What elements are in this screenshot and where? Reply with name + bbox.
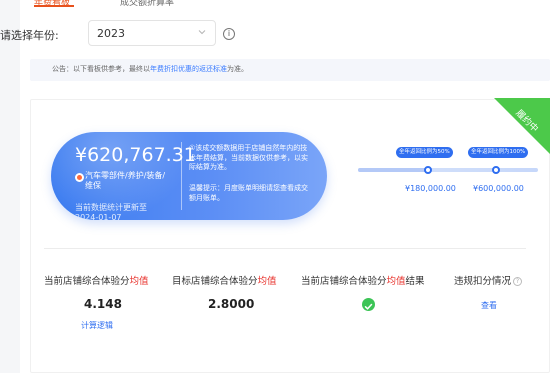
info-icon[interactable]: i <box>223 28 235 40</box>
pill-note-settlement: ①该成交额数据用于店铺自然年内的技术年费结算，当前数据仅供参考，以实际结算为准。 <box>189 144 308 171</box>
threshold-marker-100 <box>492 166 500 174</box>
notice-text: 公告：以下看板供参考，最终以年费折扣优惠的返还标准为准。 <box>52 65 248 73</box>
threshold-track-fill <box>358 168 432 172</box>
tab-active-indicator <box>34 5 74 7</box>
year-filter-label: 请选择年份: <box>0 29 59 42</box>
tab-bar: 年费看板 成交额折算率 <box>20 0 550 8</box>
view-violations-link[interactable]: 查看 <box>481 300 497 311</box>
threshold-value-50: ¥180,000.00 <box>405 184 456 193</box>
target-score-value: 2.8000 <box>208 297 255 311</box>
current-score-value: 4.148 <box>84 297 122 311</box>
year-select[interactable]: 2023 <box>88 20 216 46</box>
notice-bar: 公告：以下看板供参考，最终以年费折扣优惠的返还标准为准。 <box>30 59 550 81</box>
flame-icon <box>75 173 84 182</box>
pill-note-tip: 温馨提示：月度账单明细请您查看成交额月账单。 <box>189 184 308 202</box>
update-info: 当前数据统计更新至 2024-01-07 <box>75 203 147 220</box>
pill-divider <box>181 142 182 210</box>
help-icon[interactable]: ? <box>513 277 523 286</box>
threshold-marker-50 <box>424 166 432 174</box>
metric-header-target-score: 目标店铺综合体验分均值 <box>172 276 277 287</box>
left-sidebar-edge <box>0 0 20 373</box>
metric-header-current-score: 当前店铺综合体验分均值 <box>44 276 149 287</box>
tab-conversion-rate[interactable]: 成交额折算率 <box>120 0 174 8</box>
threshold-bubble-100: 全年返回比例为100% <box>468 147 529 158</box>
year-select-value: 2023 <box>97 27 125 40</box>
category-text: 汽车零部件/养护/装备/维保 <box>85 171 166 190</box>
metric-header-violations: 违规扣分情况? <box>454 273 523 287</box>
threshold-value-100: ¥600,000.00 <box>473 184 524 193</box>
section-divider <box>44 248 526 249</box>
chevron-down-icon <box>198 30 206 35</box>
calculation-logic-link[interactable]: 计算逻辑 <box>81 320 113 331</box>
check-success-icon <box>362 298 375 311</box>
threshold-bubble-50: 全年返回比例为50% <box>396 147 453 158</box>
threshold-progress: 全年返回比例为50% 全年返回比例为100% ¥180,000.00 ¥600,… <box>358 142 540 202</box>
revenue-summary-pill: ¥620,767.31 汽车零部件/养护/装备/维保 当前数据统计更新至 202… <box>51 132 327 220</box>
notice-link[interactable]: 年费折扣优惠的返还标准 <box>150 65 227 73</box>
metric-header-score-result: 当前店铺综合体验分均值结果 <box>301 276 425 287</box>
revenue-amount: ¥620,767.31 <box>75 144 196 166</box>
